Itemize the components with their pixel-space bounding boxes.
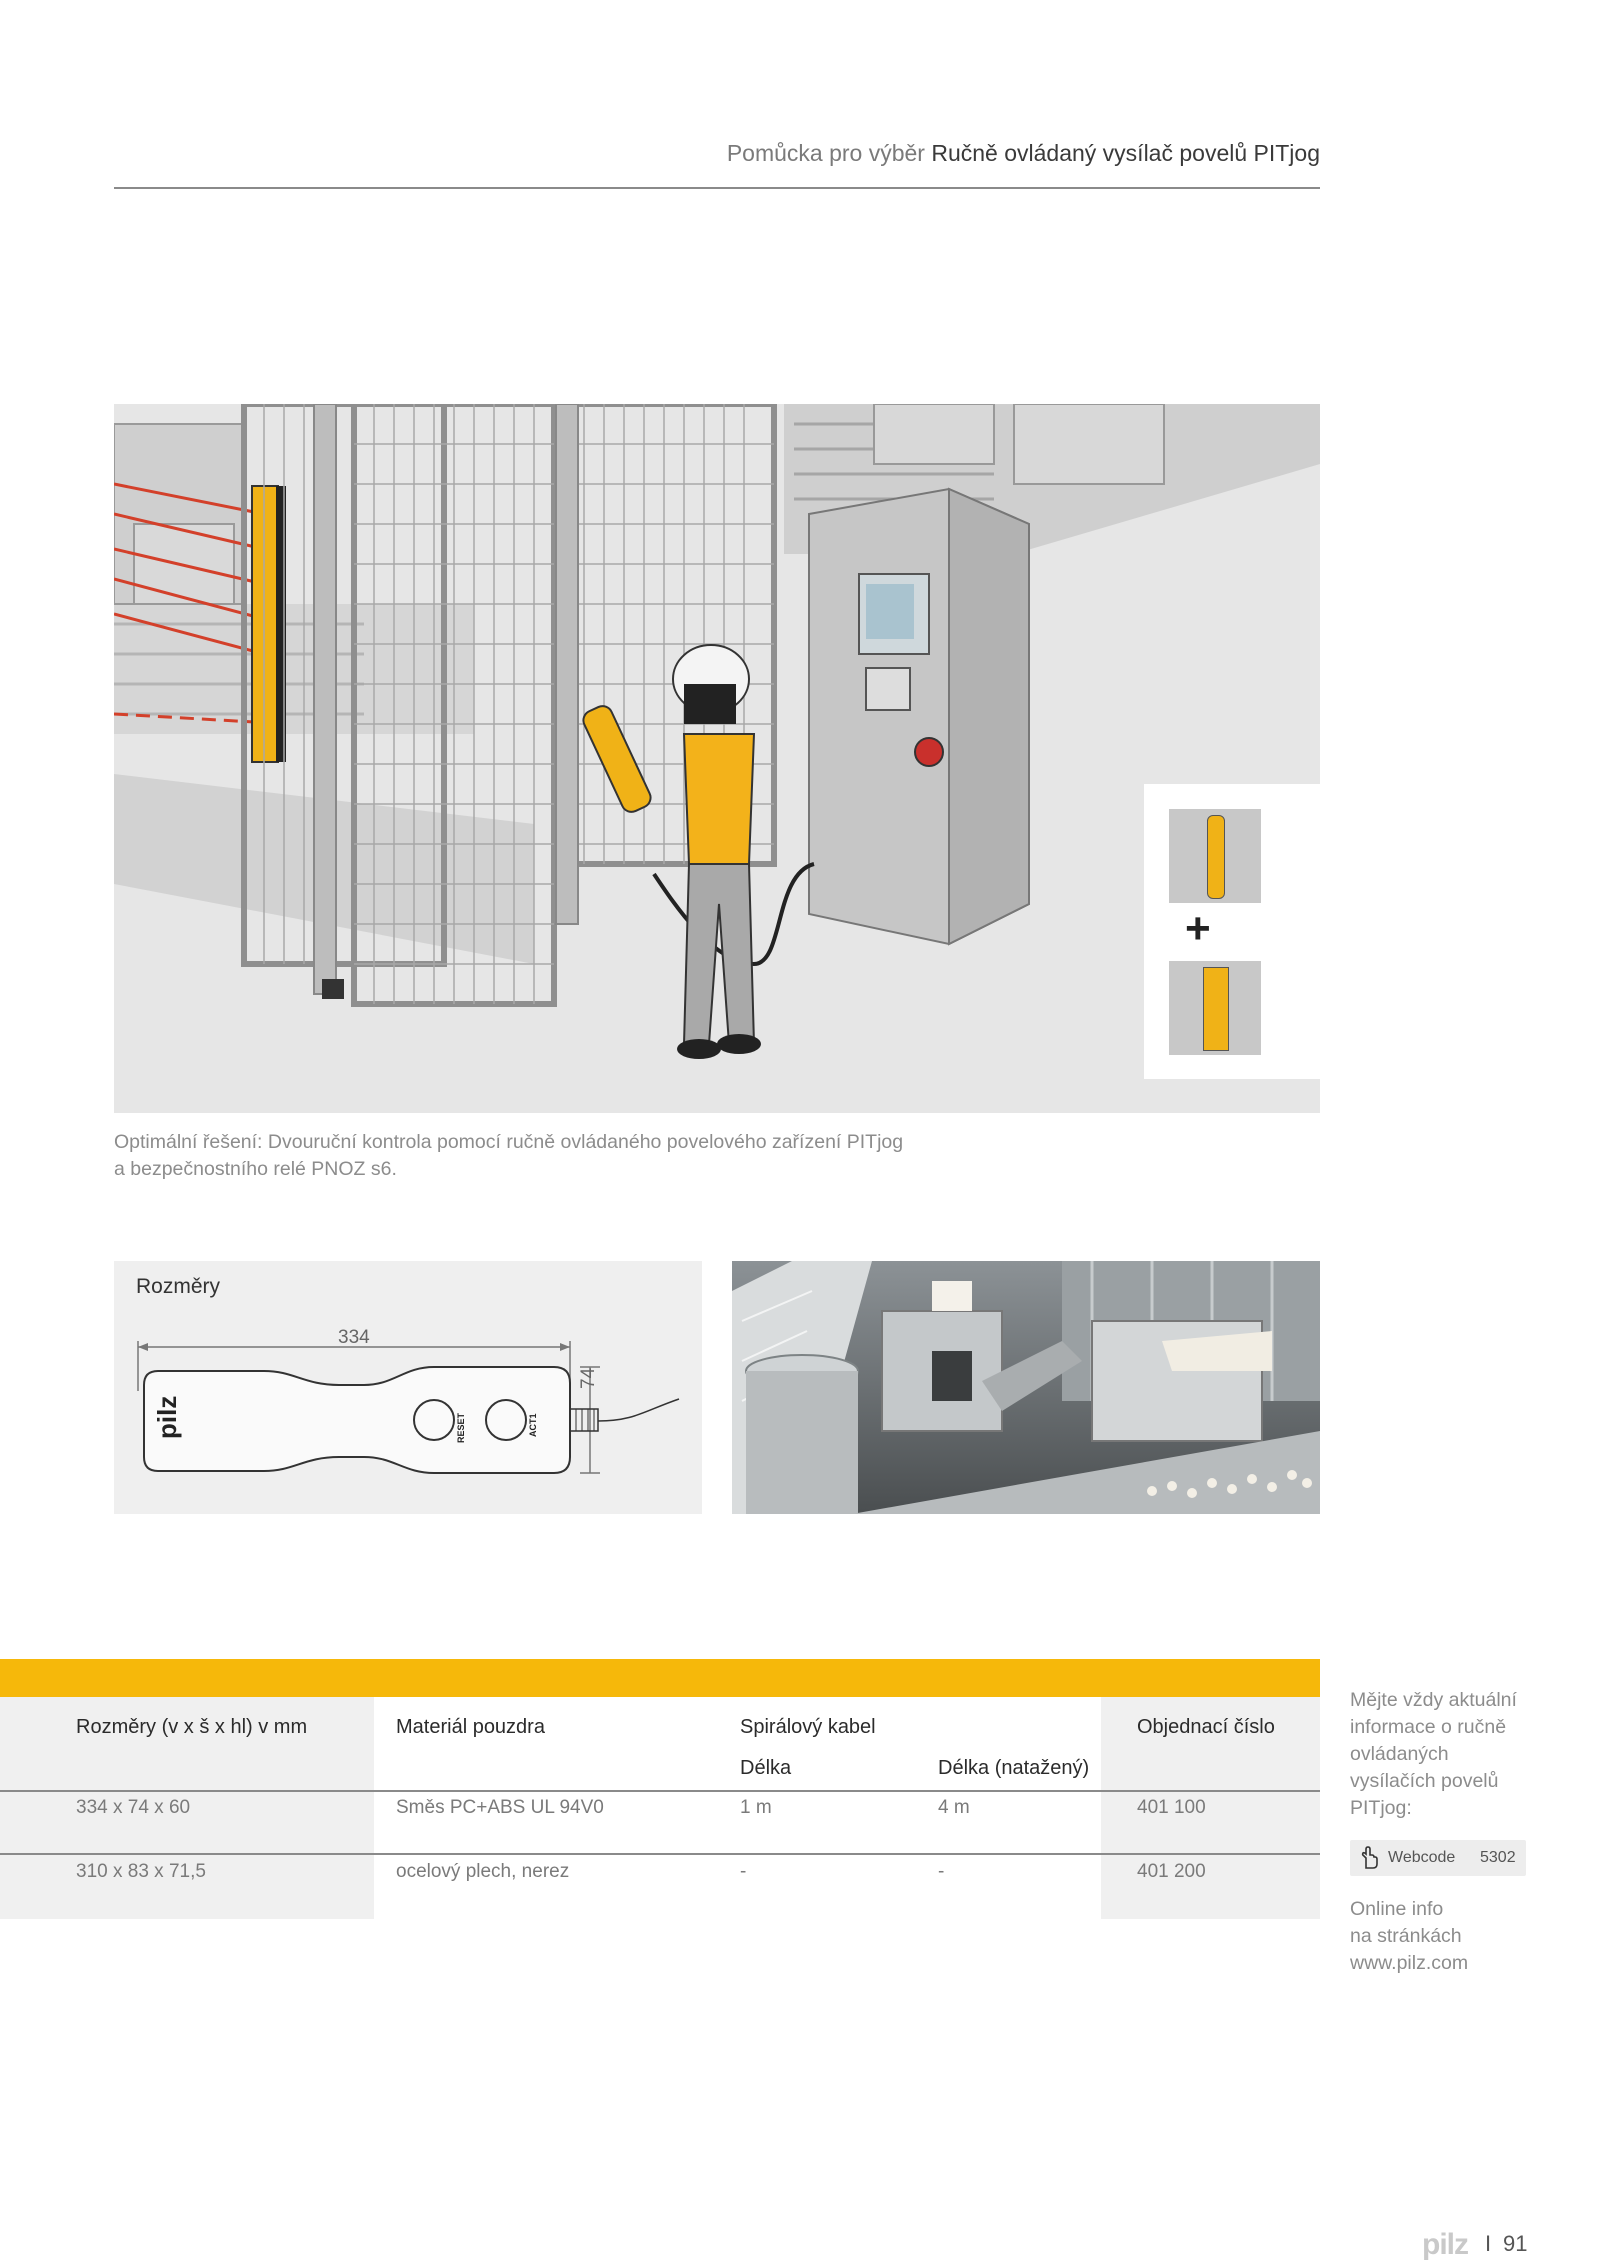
height-dimension: 74	[578, 1367, 599, 1389]
header-title: Ručně ovládaný vysílač povelů PITjog	[931, 140, 1320, 166]
act1-button-label: ACT1	[528, 1413, 538, 1437]
online-info-line: na stránkách	[1350, 1925, 1462, 1947]
illustration-pitjog-scene: +	[114, 404, 1320, 1113]
header-divider	[114, 187, 1320, 189]
sidebar-info-line: Mějte vždy aktuální	[1350, 1689, 1517, 1711]
page-header: Pomůcka pro výběr Ručně ovládaný vysílač…	[114, 140, 1320, 167]
production-line-photo	[732, 1261, 1320, 1514]
webcode-badge[interactable]: Webcode 5302	[1350, 1840, 1526, 1876]
table-rule-1	[0, 1790, 1320, 1792]
webcode-label: Webcode	[1388, 1849, 1456, 1866]
row2-order-number: 401 200	[1137, 1861, 1206, 1882]
website-link[interactable]: www.pilz.com	[1350, 1950, 1550, 1977]
plus-sign: +	[1185, 904, 1211, 953]
scene-drawing	[114, 404, 1320, 1113]
device-logo: pilz	[152, 1395, 182, 1439]
row2-material: ocelový plech, nerez	[396, 1861, 570, 1882]
footer-separator: I	[1485, 2231, 1492, 2256]
online-info-line: Online info	[1350, 1898, 1444, 1920]
header-cable: Spirálový kabel	[740, 1716, 876, 1738]
pnoz-s6-thumbnail	[1169, 961, 1261, 1055]
row1-length-stretched: 4 m	[938, 1797, 970, 1818]
webcode-value: 5302	[1480, 1849, 1516, 1866]
length-dimension: 334	[338, 1327, 370, 1348]
pitjog-thumbnail	[1169, 809, 1261, 903]
table-rule-2	[0, 1853, 1320, 1855]
photo-drawing	[732, 1261, 1320, 1514]
dimensions-panel: Rozměry 334 74 pilz RESET ACT1	[114, 1261, 702, 1514]
row1-dimensions: 334 x 74 x 60	[76, 1797, 191, 1818]
row1-order-number: 401 100	[1137, 1797, 1206, 1818]
row2-dimensions: 310 x 83 x 71,5	[76, 1861, 206, 1882]
row1-material: Směs PC+ABS UL 94V0	[396, 1797, 604, 1818]
header-length-stretched: Délka (natažený)	[938, 1757, 1090, 1779]
sidebar-online-info: Online info na stránkách www.pilz.com	[1350, 1896, 1550, 1977]
caption-line-1: Optimální řešení: Dvouruční kontrola pom…	[114, 1131, 904, 1153]
caption-line-2: a bezpečnostního relé PNOZ s6.	[114, 1158, 397, 1180]
header-prefix: Pomůcka pro výběr	[726, 140, 925, 166]
row1-length: 1 m	[740, 1797, 772, 1818]
header-order-number: Objednací číslo	[1137, 1716, 1275, 1738]
header-length: Délka	[740, 1757, 792, 1779]
sidebar-info: Mějte vždy aktuální informace o ručně ov…	[1350, 1687, 1550, 1822]
sidebar-info-line: ovládaných	[1350, 1743, 1449, 1765]
figure-caption: Optimální řešení: Dvouruční kontrola pom…	[114, 1129, 1114, 1183]
header-material: Materiál pouzdra	[396, 1716, 545, 1738]
table-accent-bar	[0, 1659, 1320, 1697]
page-number: 91	[1503, 2231, 1528, 2256]
hand-pointer-icon	[1361, 1846, 1378, 1869]
sidebar-info-line: vysílačích povelů	[1350, 1770, 1499, 1792]
sidebar-info-line: informace o ručně	[1350, 1716, 1507, 1738]
sidebar-info-line: PITjog:	[1350, 1797, 1412, 1819]
header-dimensions: Rozměry (v x š x hl) v mm	[76, 1716, 308, 1738]
reset-button-label: RESET	[456, 1412, 466, 1443]
dimension-drawing	[137, 1341, 680, 1474]
footer-logo: pilz	[1422, 2228, 1469, 2261]
row2-length: -	[740, 1861, 747, 1882]
row2-length-stretched: -	[938, 1861, 945, 1882]
